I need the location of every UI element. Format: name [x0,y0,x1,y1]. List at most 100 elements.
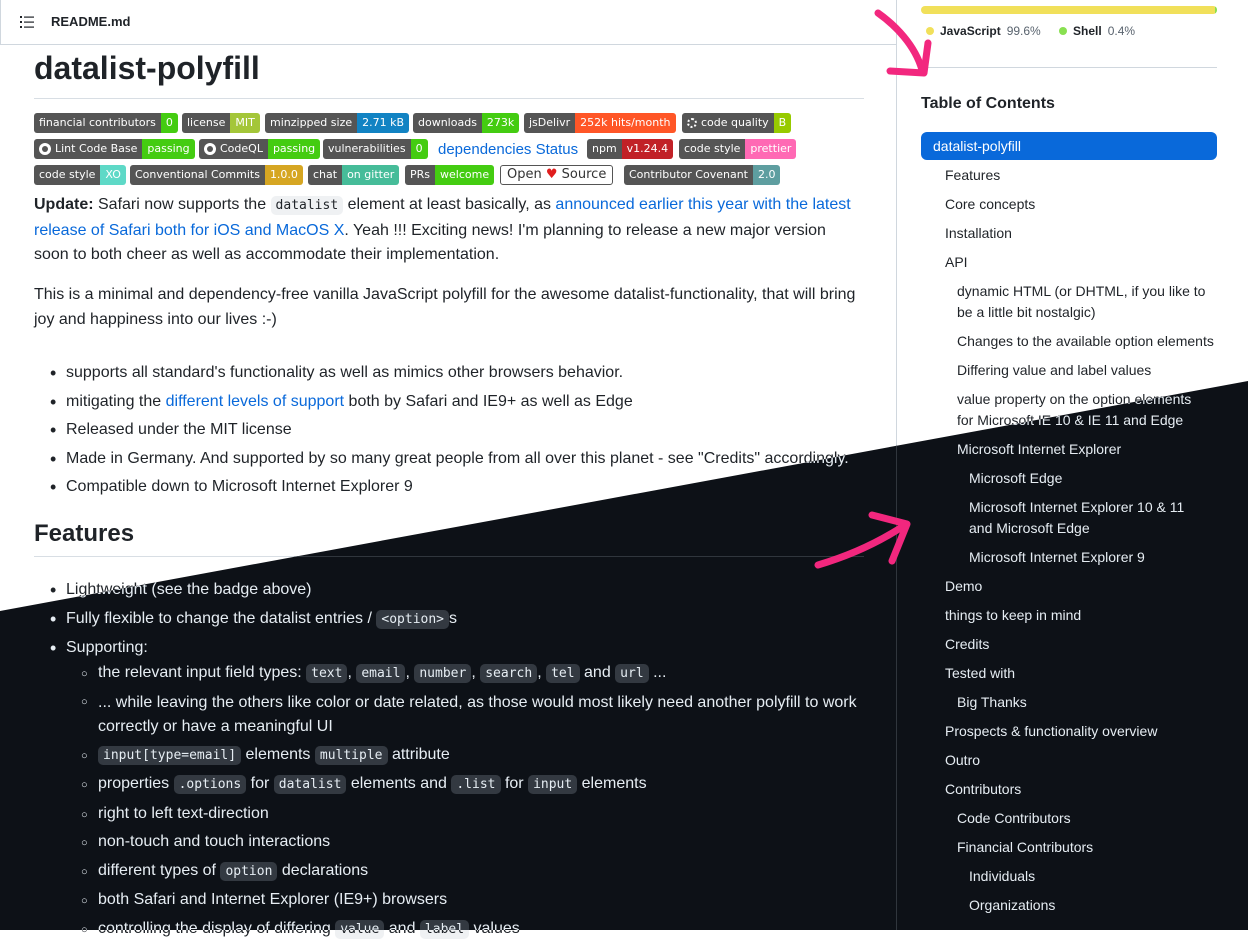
toc-item-features[interactable]: Features [945,165,1000,186]
language-javascript[interactable]: JavaScript99.6% [926,24,1041,38]
badge-label: code quality [701,113,769,133]
badge-jsdelivr[interactable]: jsDelivr252k hits/month [524,113,676,133]
badge-label: CodeQL [220,139,263,159]
toc-item-prospects[interactable]: Prospects & functionality overview [945,721,1157,742]
badge-label: Conventional Commits [130,165,265,185]
dependencies-status-link[interactable]: dependencies Status [438,139,578,161]
toc-item-tested-with[interactable]: Tested with [945,663,1015,684]
toc-item-organizations[interactable]: Organizations [969,895,1055,916]
badge-code-quality[interactable]: code qualityB [682,113,791,133]
inline-code: number [414,664,471,683]
badge-label: chat [308,165,342,185]
update-paragraph: Update: Safari now supports the datalist… [34,193,864,268]
toc-item-ie10-11-edge[interactable]: Microsoft Internet Explorer 10 & 11 and … [969,497,1199,539]
toc-item-things-to-keep-in-mind[interactable]: things to keep in mind [945,605,1081,626]
toc-item-differing-values[interactable]: Differing value and label values [957,360,1151,381]
list-item: both Safari and Internet Explorer (IE9+)… [34,886,864,915]
toc-item-demo[interactable]: Demo [945,576,982,597]
github-icon [204,143,216,155]
text-run: s [449,610,457,627]
badge-downloads[interactable]: downloads273k [413,113,519,133]
badge-license[interactable]: licenseMIT [182,113,260,133]
list-icon[interactable] [19,14,35,30]
text-run: ... [649,664,667,681]
badge-value: 1.0.0 [265,165,303,185]
toc-item-financial-contributors[interactable]: Financial Contributors [957,837,1093,858]
annotation-arrow-top [860,5,940,85]
text-run: declarations [277,862,368,879]
list-item: different types of option declarations [34,857,864,887]
toc-item-credits[interactable]: Credits [945,634,989,655]
sidebar-separator [921,67,1217,68]
text-run: for [246,775,274,792]
inline-code: multiple [315,746,388,765]
annotation-arrow-middle [810,505,920,575]
features-list: Lightweight (see the badge above) Fully … [34,576,864,663]
toc-item-individuals[interactable]: Individuals [969,866,1035,887]
badge-prs-welcome[interactable]: PRswelcome [405,165,494,185]
language-bar [921,6,1217,14]
badge-area: financial contributors0 licenseMIT minzi… [34,113,864,191]
list-item: input[type=email] elements multiple attr… [34,741,864,771]
inline-code: option [220,862,277,881]
toc-item-core-concepts[interactable]: Core concepts [945,194,1035,215]
badge-conventional-commits[interactable]: Conventional Commits1.0.0 [130,165,303,185]
badge-label: minzipped size [265,113,357,133]
supporting-sublist: the relevant input field types: text, em… [34,659,864,944]
badge-npm[interactable]: npmv1.24.4 [587,139,673,159]
heart-icon: ♥ [546,167,558,182]
readme-filename: README.md [51,14,130,29]
badge-value: 2.71 kB [357,113,409,133]
badge-code-style-prettier[interactable]: code styleprettier [679,139,796,159]
badge-codeql[interactable]: CodeQLpassing [199,139,320,159]
intro-paragraph: This is a minimal and dependency-free va… [34,283,864,332]
badge-label: Contributor Covenant [624,165,753,185]
toc-item-outro[interactable]: Outro [945,750,980,771]
toc-item-ms-edge[interactable]: Microsoft Edge [969,468,1062,489]
badge-minzipped-size[interactable]: minzipped size2.71 kB [265,113,409,133]
toc-item-code-contributors[interactable]: Code Contributors [957,808,1071,829]
readme-content: datalist-polyfill [34,48,864,99]
toc-item-contributors[interactable]: Contributors [945,779,1021,800]
badge-label: code style [34,165,100,185]
badge-label: code style [679,139,745,159]
badge-code-style-xo[interactable]: code styleXO [34,165,126,185]
badge-vulnerabilities[interactable]: vulnerabilities0 [323,139,428,159]
list-item: ... while leaving the others like color … [34,689,864,741]
toc-item-big-thanks[interactable]: Big Thanks [957,692,1027,713]
language-shell[interactable]: Shell0.4% [1059,24,1135,38]
badge-row-2: Lint Code Basepassing CodeQLpassing vuln… [34,139,864,165]
toc-item-api[interactable]: API [945,252,968,273]
badge-value: passing [268,139,320,159]
badge-financial-contributors[interactable]: financial contributors0 [34,113,178,133]
list-item: Fully flexible to change the datalist en… [34,605,864,635]
badge-label: downloads [413,113,482,133]
badge-contributor-covenant[interactable]: Contributor Covenant2.0 [624,165,780,185]
badge-value: welcome [435,165,494,185]
badge-chat-gitter[interactable]: chaton gitter [308,165,399,185]
text-run: the relevant input field types: [98,664,306,681]
toc-item-ms-ie[interactable]: Microsoft Internet Explorer [957,439,1121,460]
levels-of-support-link[interactable]: different levels of support [166,393,344,410]
inline-code: url [615,664,648,683]
github-icon [39,143,51,155]
toc-item-ie9[interactable]: Microsoft Internet Explorer 9 [969,547,1145,568]
badge-lint-code-base[interactable]: Lint Code Basepassing [34,139,195,159]
badge-value: prettier [745,139,796,159]
badge-open-source[interactable]: Open ♥ Source [500,165,613,185]
update-label: Update: [34,196,94,213]
badge-value: 252k hits/month [575,113,675,133]
toc-item-datalist-polyfill[interactable]: datalist-polyfill [921,132,1217,160]
inline-code: input[type=email] [98,746,241,765]
text-run: and [584,664,611,681]
toc-item-installation[interactable]: Installation [945,223,1012,244]
badge-value: 0 [411,139,428,159]
toc-item-dynamic-html[interactable]: dynamic HTML (or DHTML, if you like to b… [957,281,1217,323]
inline-code: tel [546,664,579,683]
toc-item-changes-option-elements[interactable]: Changes to the available option elements [957,331,1214,352]
text-run: properties [98,775,174,792]
badge-label: license [182,113,230,133]
inline-code: input [528,775,577,794]
list-item: Made in Germany. And supported by so man… [34,445,864,474]
list-item: supports all standard's functionality as… [34,359,864,388]
